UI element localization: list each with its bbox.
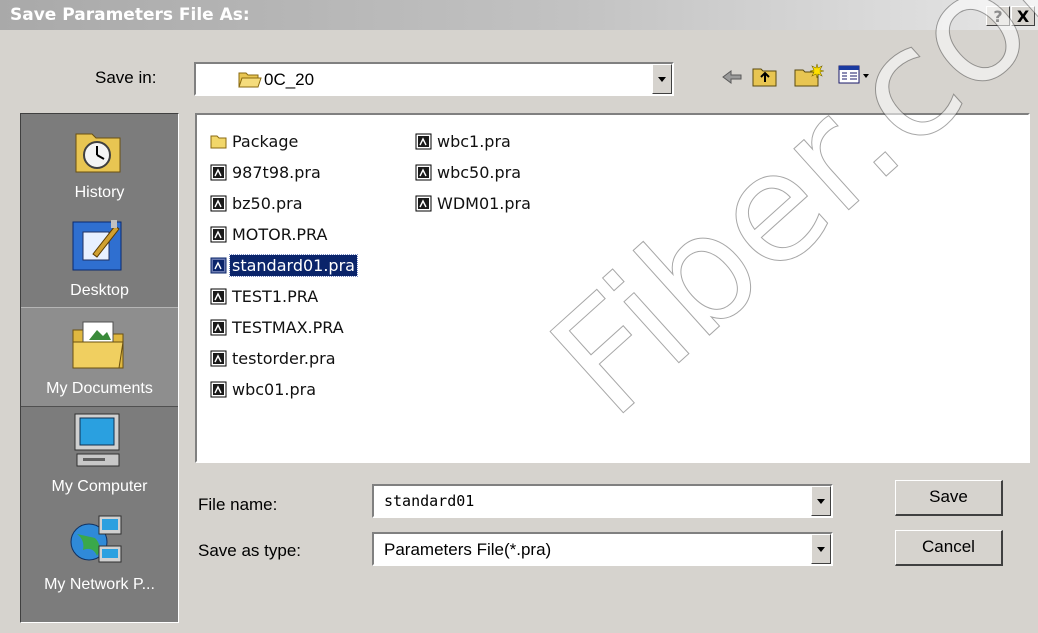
help-button[interactable]: ? [986, 6, 1010, 26]
save-as-type-dropdown-button[interactable] [811, 534, 831, 564]
place-label-my-computer: My Computer [51, 478, 148, 495]
file-name: Package [232, 131, 299, 151]
back-icon[interactable] [720, 66, 744, 93]
file-icon [210, 381, 227, 398]
up-folder-icon[interactable] [752, 64, 778, 93]
list-item-file[interactable]: MOTOR.PRA [210, 222, 329, 246]
place-history[interactable]: History [21, 120, 178, 215]
list-item-file[interactable]: wbc1.pra [415, 129, 513, 153]
save-as-type-value: Parameters File(*.pra) [384, 540, 552, 559]
file-icon [415, 164, 432, 181]
save-dialog: Save Parameters File As: ? X Save in: 0C… [0, 0, 1038, 633]
place-my-documents[interactable]: My Documents [21, 307, 178, 407]
desktop-icon [71, 218, 125, 279]
file-name: testorder.pra [232, 348, 336, 368]
list-item-file[interactable]: testorder.pra [210, 346, 338, 370]
save-in-dropdown-button[interactable] [652, 64, 672, 94]
folder-icon [210, 133, 227, 150]
place-label-my-documents: My Documents [46, 380, 153, 397]
history-icon [73, 128, 123, 181]
my-computer-icon [71, 412, 125, 475]
file-icon [210, 288, 227, 305]
file-name-input[interactable]: standard01 [372, 484, 833, 518]
file-name: bz50.pra [232, 193, 303, 213]
my-documents-icon [71, 320, 127, 377]
save-as-type-select[interactable]: Parameters File(*.pra) [372, 532, 833, 566]
file-icon [415, 195, 432, 212]
file-list[interactable]: Package 987t98.pra bz50.pra MOTOR.PRA st… [195, 113, 1030, 463]
window-title: Save Parameters File As: [10, 5, 250, 25]
title-bar[interactable]: Save Parameters File As: ? X [0, 0, 1038, 30]
file-icon [210, 257, 227, 274]
save-as-type-label: Save as type: [198, 541, 302, 560]
place-desktop[interactable]: Desktop [21, 216, 178, 306]
file-name-value: standard01 [384, 492, 475, 510]
file-icon [210, 226, 227, 243]
file-icon [210, 195, 227, 212]
file-name: TEST1.PRA [232, 286, 319, 306]
place-label-my-network: My Network P... [44, 576, 155, 593]
file-icon [210, 164, 227, 181]
file-name-dropdown-button[interactable] [811, 486, 831, 516]
cancel-button[interactable]: Cancel [895, 530, 1003, 566]
file-name: WDM01.pra [437, 193, 531, 213]
list-item-file[interactable]: 987t98.pra [210, 160, 323, 184]
file-name: TESTMAX.PRA [232, 317, 344, 337]
list-item-file[interactable]: TESTMAX.PRA [210, 315, 346, 339]
save-in-label: Save in: [95, 68, 157, 87]
my-network-places-icon [69, 512, 127, 573]
folder-open-icon [238, 69, 262, 94]
list-item-file[interactable]: TEST1.PRA [210, 284, 320, 308]
file-name: MOTOR.PRA [232, 224, 328, 244]
list-item-folder[interactable]: Package [210, 129, 300, 153]
places-bar: History Desktop My Documents My Computer… [20, 113, 179, 623]
file-icon [415, 133, 432, 150]
file-name: wbc50.pra [437, 162, 522, 182]
file-icon [210, 319, 227, 336]
file-name: standard01.pra [229, 253, 358, 277]
file-name: wbc01.pra [232, 379, 317, 399]
place-my-network[interactable]: My Network P... [21, 506, 178, 606]
file-name: wbc1.pra [437, 131, 511, 151]
new-folder-icon[interactable] [794, 62, 825, 93]
file-name: 987t98.pra [232, 162, 321, 182]
place-label-desktop: Desktop [70, 282, 129, 299]
list-item-file[interactable]: bz50.pra [210, 191, 305, 215]
list-item-file[interactable]: wbc01.pra [210, 377, 318, 401]
file-icon [210, 350, 227, 367]
list-item-file[interactable]: WDM01.pra [415, 191, 533, 215]
save-in-folder: 0C_20 [264, 70, 315, 89]
place-my-computer[interactable]: My Computer [21, 408, 178, 503]
save-in-select[interactable]: 0C_20 [194, 62, 674, 96]
save-button[interactable]: Save [895, 480, 1003, 516]
place-label-history: History [74, 184, 125, 201]
file-name-label: File name: [198, 495, 278, 514]
view-menu-icon[interactable] [838, 64, 874, 91]
list-item-file-selected[interactable]: standard01.pra [210, 253, 358, 277]
close-button[interactable]: X [1011, 6, 1035, 26]
list-item-file[interactable]: wbc50.pra [415, 160, 523, 184]
